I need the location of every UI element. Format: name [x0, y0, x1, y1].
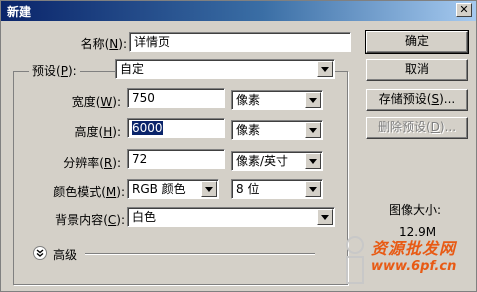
dropdown-arrow-icon[interactable]	[305, 181, 321, 197]
preset-value: 自定	[120, 62, 145, 76]
name-input[interactable]: 详情页	[129, 32, 351, 52]
dropdown-arrow-icon[interactable]	[305, 122, 321, 138]
height-value: 6000	[132, 121, 163, 135]
preset-dropdown[interactable]: 自定	[115, 59, 335, 79]
width-unit-value: 像素	[236, 93, 261, 107]
background-dropdown[interactable]: 白色	[127, 207, 335, 227]
watermark-site-name: 资源批发网	[371, 239, 457, 258]
dialog-title: 新建	[7, 5, 32, 19]
dropdown-arrow-icon[interactable]	[317, 209, 333, 225]
name-label: 名称(N):	[80, 37, 127, 51]
new-document-dialog: 新建 ✕ 名称(N): 详情页 预设(P): 自定 宽度(W): 750 像素 …	[0, 0, 477, 292]
advanced-expander-icon[interactable]	[33, 246, 47, 260]
advanced-divider	[85, 253, 315, 255]
color-mode-dropdown[interactable]: RGB 颜色	[127, 179, 219, 199]
delete-preset-button[interactable]: 删除预设(D)...	[366, 117, 468, 139]
dropdown-arrow-icon[interactable]	[317, 61, 333, 77]
width-input[interactable]: 750	[127, 88, 225, 108]
dropdown-arrow-icon[interactable]	[201, 181, 217, 197]
resolution-label: 分辨率(R):	[63, 156, 121, 170]
width-unit-dropdown[interactable]: 像素	[231, 90, 323, 110]
bit-depth-value: 8 位	[236, 182, 260, 196]
width-label: 宽度(W):	[71, 95, 121, 109]
resolution-unit-dropdown[interactable]: 像素/英寸	[231, 151, 323, 171]
watermark-logo: 资源批发网 www.6pf.cn	[341, 227, 476, 291]
advanced-label[interactable]: 高级	[53, 246, 77, 263]
background-label: 背景内容(C):	[55, 213, 125, 227]
height-input[interactable]: 6000	[127, 118, 225, 138]
color-mode-label: 颜色模式(M):	[53, 185, 125, 199]
watermark-url: www.6pf.cn	[371, 259, 457, 274]
title-bar[interactable]: 新建 ✕	[1, 1, 476, 21]
watermark-figure-icon	[346, 236, 364, 284]
preset-label: 预设(P):	[29, 62, 80, 79]
save-preset-button[interactable]: 存储预设(S)...	[366, 89, 468, 111]
height-label: 高度(H):	[74, 125, 121, 139]
dropdown-arrow-icon[interactable]	[305, 153, 321, 169]
background-value: 白色	[132, 210, 157, 224]
image-size-label: 图像大小:	[389, 203, 442, 217]
height-unit-dropdown[interactable]: 像素	[231, 120, 323, 140]
dropdown-arrow-icon[interactable]	[305, 92, 321, 108]
resolution-input[interactable]: 72	[127, 149, 225, 169]
ok-button[interactable]: 确定	[365, 30, 469, 54]
color-mode-value: RGB 颜色	[132, 182, 186, 196]
height-unit-value: 像素	[236, 123, 261, 137]
resolution-unit-value: 像素/英寸	[236, 154, 289, 168]
cancel-button[interactable]: 取消	[366, 59, 468, 81]
close-icon: ✕	[459, 3, 469, 16]
bit-depth-dropdown[interactable]: 8 位	[231, 179, 323, 199]
close-button[interactable]: ✕	[456, 3, 472, 17]
